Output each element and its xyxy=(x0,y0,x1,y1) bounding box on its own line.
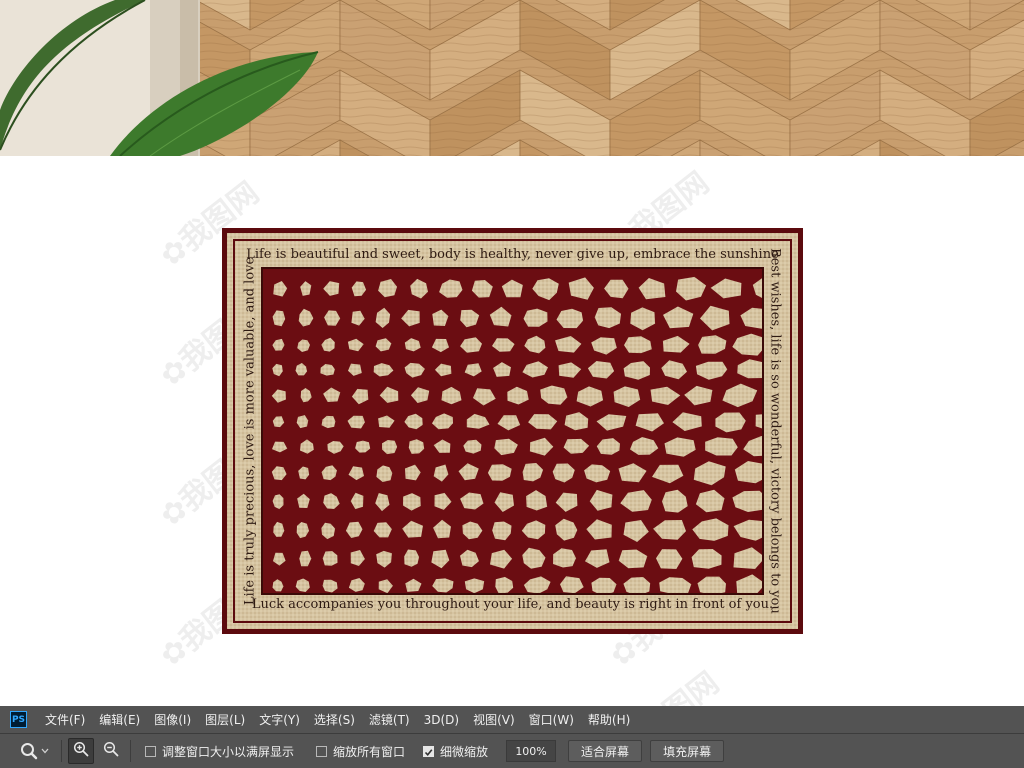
menu-type[interactable]: 文字(Y) xyxy=(259,711,300,728)
chevron-down-icon[interactable] xyxy=(41,748,49,754)
zoom-out-button[interactable] xyxy=(98,738,124,764)
menu-filter[interactable]: 滤镜(T) xyxy=(369,711,410,728)
menu-bar: PS 文件(F) 编辑(E) 图像(I) 图层(L) 文字(Y) 选择(S) 滤… xyxy=(0,706,1024,734)
rug-right-text: Best wishes, life is so wonderful, victo… xyxy=(767,248,783,614)
fill-screen-button[interactable]: 填充屏幕 xyxy=(650,740,725,762)
resize-windows-label: 调整窗口大小以满屏显示 xyxy=(162,744,295,759)
rug-top-text: Life is beautiful and sweet, body is hea… xyxy=(246,247,779,262)
menu-image[interactable]: 图像(I) xyxy=(154,711,191,728)
tool-options-bar: 调整窗口大小以满屏显示 缩放所有窗口 细微缩放 100% 适合屏幕 填充屏幕 xyxy=(0,734,1024,768)
zoom-in-icon xyxy=(73,741,89,761)
separator xyxy=(61,740,62,762)
zoom-in-button[interactable] xyxy=(68,738,94,764)
scrubby-zoom-option[interactable]: 细微缩放 xyxy=(423,743,488,760)
checkmark-icon xyxy=(424,742,433,761)
menu-select[interactable]: 选择(S) xyxy=(314,711,355,728)
menu-help[interactable]: 帮助(H) xyxy=(588,711,630,728)
scrubby-zoom-label: 细微缩放 xyxy=(440,744,489,759)
zoom-all-windows-option[interactable]: 缩放所有窗口 xyxy=(316,743,405,760)
photoshop-app-icon[interactable]: PS xyxy=(10,711,27,728)
menu-file[interactable]: 文件(F) xyxy=(45,711,85,728)
menu-window[interactable]: 窗口(W) xyxy=(529,711,574,728)
separator xyxy=(130,740,131,762)
resize-windows-checkbox[interactable] xyxy=(145,745,156,757)
zoom-percent-field[interactable]: 100% xyxy=(506,740,557,762)
zoom-all-windows-label: 缩放所有窗口 xyxy=(333,744,406,759)
rug-bottom-text: Luck accompanies you throughout your lif… xyxy=(251,597,774,612)
fit-screen-button[interactable]: 适合屏幕 xyxy=(568,740,643,762)
zoom-tool-icon[interactable] xyxy=(20,742,38,760)
zoom-out-icon xyxy=(103,741,119,761)
rug-left-text: Life is truly precious, love is more val… xyxy=(242,256,258,606)
menu-layer[interactable]: 图层(L) xyxy=(205,711,245,728)
menu-3d[interactable]: 3D(D) xyxy=(424,713,459,727)
rug-design: Life is beautiful and sweet, body is hea… xyxy=(222,228,803,634)
menu-edit[interactable]: 编辑(E) xyxy=(99,711,140,728)
scrubby-zoom-checkbox[interactable] xyxy=(423,745,435,757)
resize-windows-option[interactable]: 调整窗口大小以满屏显示 xyxy=(145,743,294,760)
menu-view[interactable]: 视图(V) xyxy=(473,711,515,728)
wood-floor-photo xyxy=(0,0,1024,156)
zoom-all-windows-checkbox[interactable] xyxy=(316,745,328,757)
